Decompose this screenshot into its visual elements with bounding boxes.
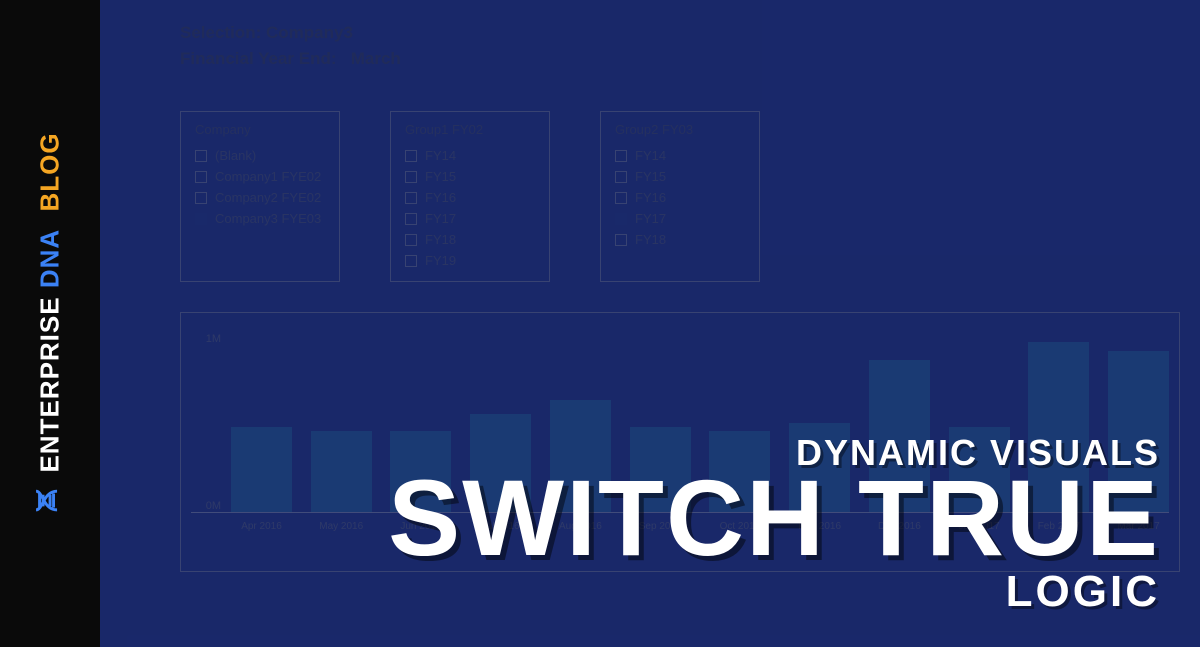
slicer-item[interactable]: FY14 [405,145,535,166]
checkbox-icon[interactable] [195,213,207,225]
fye-value [341,49,350,68]
content: Selection: Company3 Financial Year End: … [100,0,1200,647]
slicer-title: Group2 FY03 [615,122,745,137]
headline: DYNAMIC VISUALS SWITCH TRUE LOGIC [388,432,1160,617]
slicer-item-label: FY15 [635,169,666,184]
slicer-item[interactable]: FY17 [405,208,535,229]
checkbox-icon[interactable] [405,255,417,267]
slicers-row: Company (Blank) Company1 FYE02 Company2 FYE… [180,111,1180,282]
logo-blog: BLOG [35,132,65,211]
fye-label: Financial Year End: [180,49,337,68]
checkbox-icon[interactable] [405,192,417,204]
slicer-item[interactable]: FY15 [615,166,745,187]
slicer-2[interactable]: Group2 FY03 FY14 FY15 FY16 FY17 FY18 [600,111,760,282]
slicer-item[interactable]: FY19 [405,250,535,271]
checkbox-icon[interactable] [615,192,627,204]
dna-icon [33,487,68,515]
slicer-0[interactable]: Company (Blank) Company1 FYE02 Company2 FYE… [180,111,340,282]
slicer-item-label: FY14 [635,148,666,163]
slicer-item-label: FY18 [425,232,456,247]
y-tick: 1M [191,333,221,345]
slicer-item[interactable]: (Blank) [195,145,325,166]
checkbox-icon[interactable] [615,150,627,162]
slicer-item-label: Company3 FYE03 [215,211,321,226]
x-tick: May 2016 [311,521,372,532]
checkbox-icon[interactable] [405,171,417,183]
bar[interactable] [311,431,372,512]
checkbox-icon[interactable] [405,150,417,162]
slicer-item-label: FY14 [425,148,456,163]
headline-main: SWITCH TRUE [388,464,1160,572]
slicer-item[interactable]: Company2 FYE02 [195,187,325,208]
slicer-item[interactable]: FY16 [615,187,745,208]
slicer-item-label: FY16 [425,190,456,205]
slicer-item-label: FY17 [635,211,666,226]
y-tick: 0M [191,500,221,512]
x-tick: Apr 2016 [231,521,292,532]
slicer-title: Group1 FY02 [405,122,535,137]
slicer-item[interactable]: FY17 [615,208,745,229]
slicer-item-label: FY15 [425,169,456,184]
sidebar: ENTERPRISE DNA BLOG [0,0,100,647]
slicer-item-label: (Blank) [215,148,256,163]
slicer-item-label: FY19 [425,253,456,268]
logo-text: ENTERPRISE DNA BLOG [35,132,66,472]
y-axis: 1M 0M [191,333,226,512]
checkbox-icon[interactable] [405,234,417,246]
slicer-item-label: FY18 [635,232,666,247]
bar[interactable] [231,427,292,512]
slicer-item-label: FY16 [635,190,666,205]
sidebar-logo: ENTERPRISE DNA BLOG [33,132,68,514]
slicer-item[interactable]: FY14 [615,145,745,166]
checkbox-icon[interactable] [615,234,627,246]
logo-dna: DNA [35,230,65,288]
slicer-item-label: FY17 [425,211,456,226]
slicer-item-label: Company1 FYE02 [215,169,321,184]
slicer-item[interactable]: Company1 FYE02 [195,166,325,187]
slicer-1[interactable]: Group1 FY02 FY14 FY15 FY16 FY17 FY18 FY19 [390,111,550,282]
checkbox-icon[interactable] [195,192,207,204]
slicer-item-label: Company2 FYE02 [215,190,321,205]
checkbox-icon[interactable] [195,150,207,162]
selection-header: Selection: Company3 Financial Year End: … [180,20,1180,71]
slicer-item[interactable]: FY15 [405,166,535,187]
checkbox-icon[interactable] [405,213,417,225]
slicer-item[interactable]: Company3 FYE03 [195,208,325,229]
checkbox-icon[interactable] [615,171,627,183]
selection-label: Selection: [180,23,261,42]
checkbox-icon[interactable] [615,213,627,225]
logo-enterprise: ENTERPRISE [35,296,65,472]
slicer-title: Company [195,122,325,137]
checkbox-icon[interactable] [195,171,207,183]
slicer-item[interactable]: FY18 [615,229,745,250]
slicer-item[interactable]: FY18 [405,229,535,250]
slicer-item[interactable]: FY16 [405,187,535,208]
